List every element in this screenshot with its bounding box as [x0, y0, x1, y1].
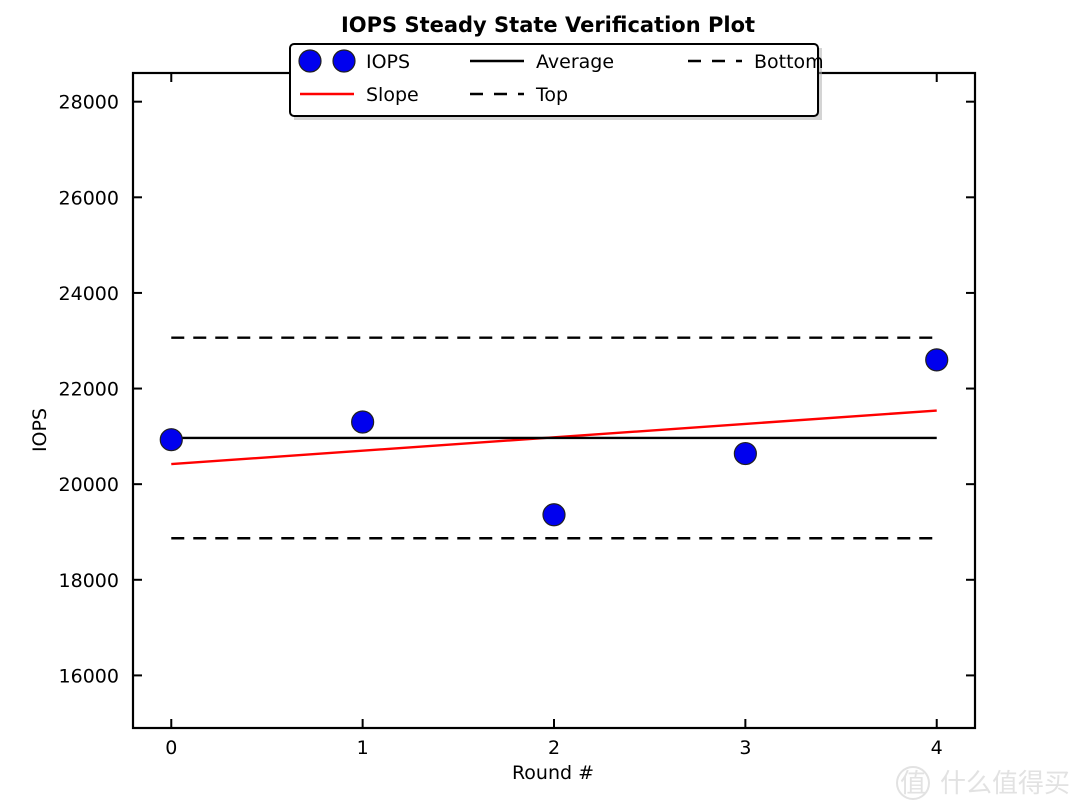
legend-label-slope: Slope [366, 84, 419, 106]
data-point-marker [351, 410, 375, 434]
x-tick-label: 3 [739, 737, 751, 759]
y-tick-label: 22000 [59, 379, 119, 401]
y-tick-label: 24000 [59, 283, 119, 305]
watermark-text: 什么值得买 [940, 769, 1070, 799]
legend-label-bottom: Bottom [754, 51, 824, 73]
legend-marker-circle-a [298, 49, 322, 73]
legend-label-iops: IOPS [366, 51, 410, 73]
chart-background [0, 0, 1080, 810]
legend-label-average: Average [536, 51, 614, 73]
y-tick-label: 18000 [59, 570, 119, 592]
data-point-marker [733, 441, 757, 466]
data-point-marker [159, 428, 183, 452]
y-tick-label: 20000 [59, 474, 119, 496]
x-axis-label: Round # [512, 762, 594, 784]
iops-steady-state-chart: IOPS Steady State Verification Plot 1600… [0, 0, 1080, 810]
data-point-marker [925, 348, 949, 372]
legend-marker-circle-b [332, 49, 356, 73]
y-axis-label: IOPS [29, 408, 51, 452]
x-tick-label: 2 [548, 737, 560, 759]
chart-legend: IOPS Average Bottom Slope Top [289, 43, 824, 120]
x-tick-label: 0 [165, 737, 177, 759]
x-tick-label: 1 [357, 737, 369, 759]
legend-label-top: Top [535, 84, 568, 106]
x-tick-label: 4 [931, 737, 943, 759]
y-tick-label: 16000 [59, 665, 119, 687]
y-tick-label: 26000 [59, 187, 119, 209]
watermark: 值 什么值得买 [896, 766, 1070, 800]
watermark-logo-glyph: 值 [900, 769, 926, 799]
y-tick-label: 28000 [59, 92, 119, 114]
chart-figure: IOPS Steady State Verification Plot 1600… [0, 0, 1080, 810]
data-point-marker [542, 503, 566, 527]
chart-title: IOPS Steady State Verification Plot [341, 13, 755, 37]
